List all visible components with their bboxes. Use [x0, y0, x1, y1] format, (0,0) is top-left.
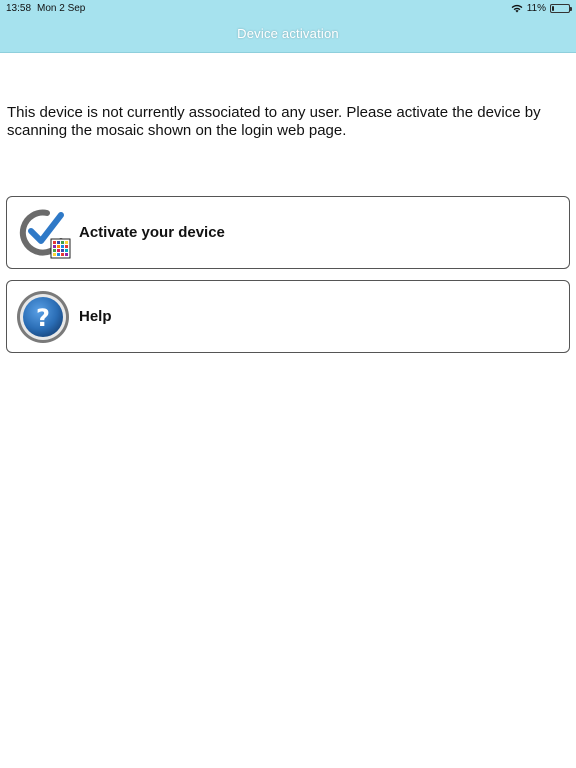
activate-mosaic-icon [19, 209, 71, 259]
help-button[interactable]: ? Help [6, 280, 570, 353]
status-bar: 13:58 Mon 2 Sep 11% [0, 0, 576, 18]
wifi-icon [511, 4, 523, 12]
status-right: 11% [511, 2, 572, 14]
help-label: Help [79, 308, 112, 325]
battery-percent: 11% [526, 2, 546, 14]
battery-icon [550, 3, 572, 13]
battery-fill [552, 5, 554, 11]
activate-device-button[interactable]: Activate your device [6, 196, 570, 269]
status-date: Mon 2 Sep [37, 3, 86, 14]
status-time: 13:58 [6, 3, 32, 14]
help-icon: ? [17, 291, 69, 343]
svg-text:?: ? [36, 304, 50, 332]
page-title: Device activation [237, 26, 339, 41]
activate-device-label: Activate your device [79, 224, 225, 241]
activation-message: This device is not currently associated … [7, 104, 541, 139]
navigation-bar: 13:58 Mon 2 Sep 11% Device activation [0, 0, 576, 53]
